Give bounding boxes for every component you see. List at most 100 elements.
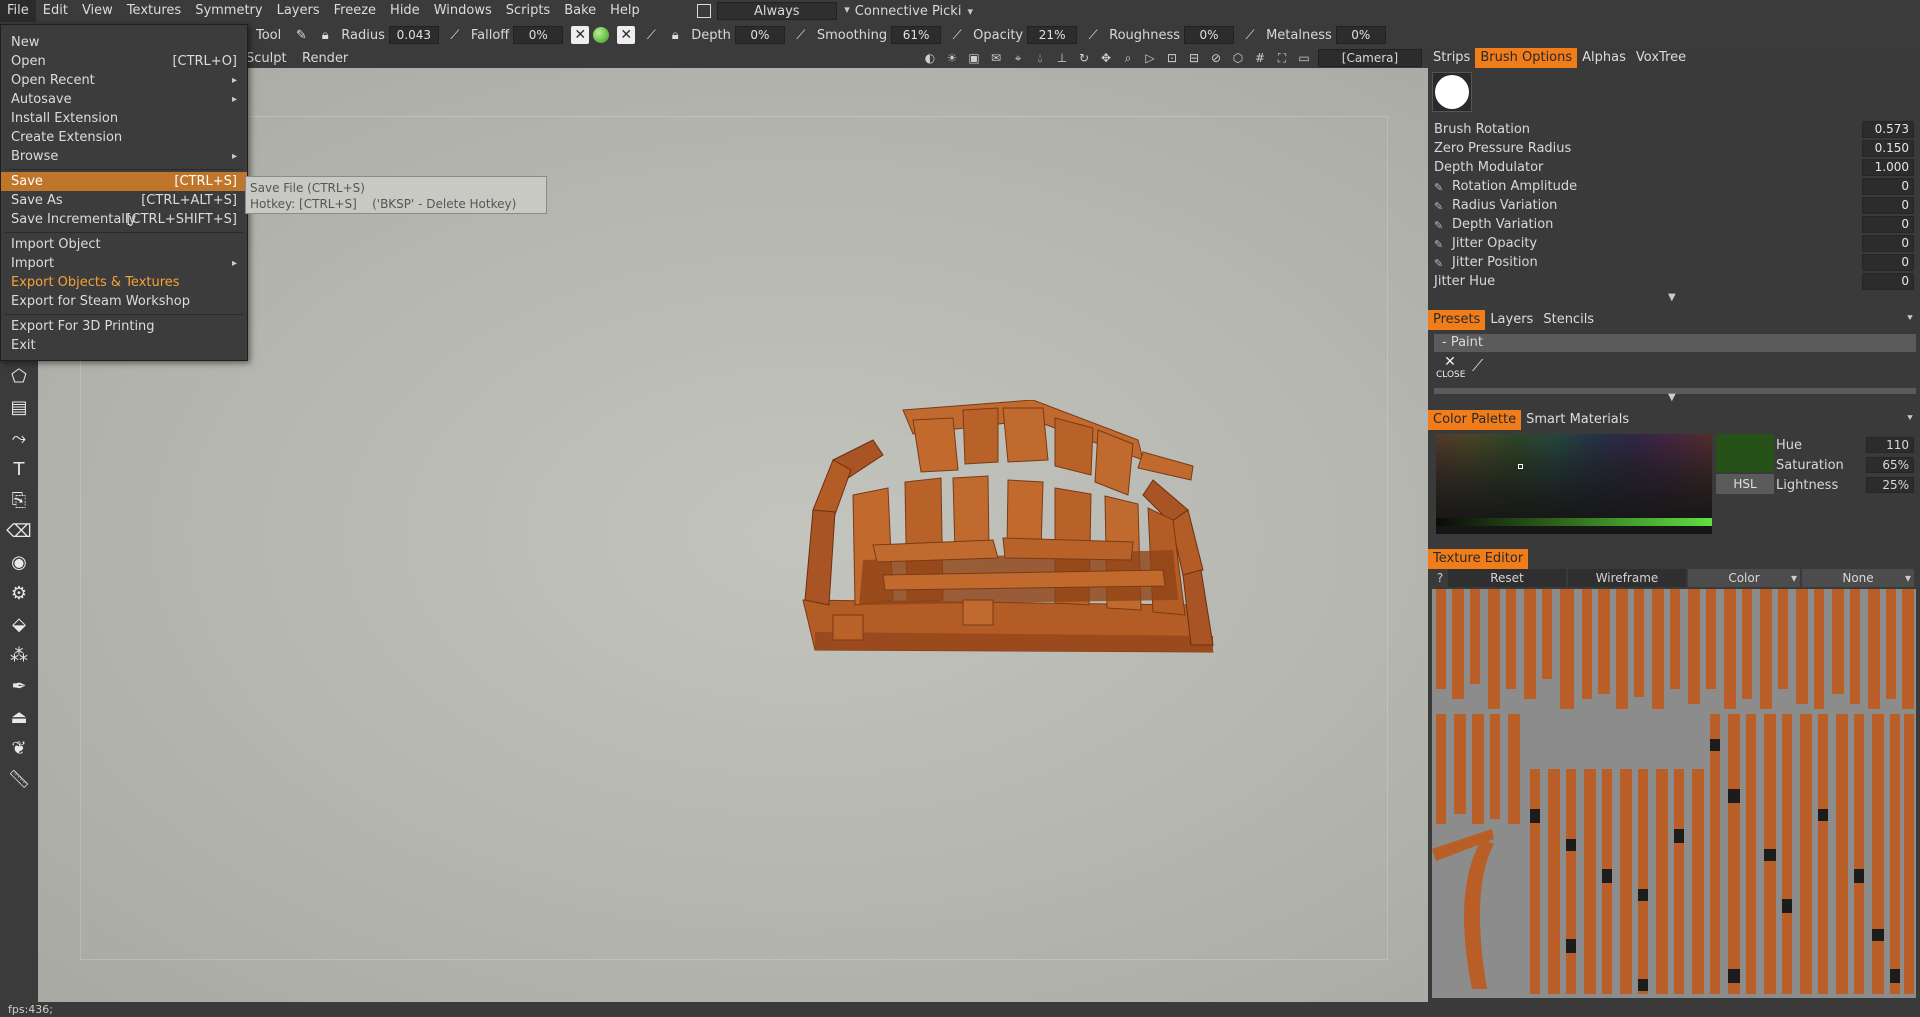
menu-item-save[interactable]: Save [CTRL+S] (1, 172, 247, 191)
fill-icon[interactable]: ⬙ (7, 612, 31, 636)
move-icon[interactable]: ✥ (1098, 50, 1114, 66)
opacity-field[interactable]: 21% (1027, 26, 1078, 44)
menu-layers[interactable]: Layers (270, 0, 327, 22)
menu-item-export-objects-textures[interactable]: Export Objects & Textures (1, 273, 247, 292)
pen-icon[interactable]: ✎ (1434, 257, 1446, 270)
lightness-slider[interactable] (1436, 518, 1712, 526)
lock-icon[interactable]: 🔒︎ (317, 27, 333, 43)
tab-presets[interactable]: Presets (1428, 310, 1486, 330)
menu-item-autosave[interactable]: Autosave ▸ (1, 90, 247, 109)
text-icon[interactable]: T (7, 457, 31, 481)
depth-modulator-field[interactable]: 1.000 (1862, 159, 1914, 176)
tab-voxtree[interactable]: VoxTree (1631, 48, 1691, 68)
menu-freeze[interactable]: Freeze (327, 0, 383, 22)
depth-modulator-row[interactable]: Depth Modulator 1.000 (1434, 158, 1914, 177)
menu-bake[interactable]: Bake (557, 0, 603, 22)
tab-texture-editor[interactable]: Texture Editor (1428, 549, 1529, 569)
radius-field[interactable]: 0.043 (388, 26, 439, 44)
document-icon[interactable]: ▤ (7, 395, 31, 419)
smoothing-pen-icon[interactable]: ⟋ (793, 27, 809, 43)
menu-symmetry[interactable]: Symmetry (188, 0, 269, 22)
depth-variation-field[interactable]: 0 (1862, 216, 1914, 233)
lightness-field[interactable]: 25% (1866, 477, 1914, 493)
brush-rotation-row[interactable]: Brush Rotation 0.573 (1434, 120, 1914, 139)
frame-icon[interactable]: ⛶ (1274, 50, 1290, 66)
tab-alphas[interactable]: Alphas (1577, 48, 1631, 68)
pen-pressure-icon[interactable]: ✎ (293, 27, 309, 43)
menu-help[interactable]: Help (603, 0, 647, 22)
menu-scripts[interactable]: Scripts (499, 0, 557, 22)
depth-variation-row[interactable]: ✎ Depth Variation 0 (1434, 215, 1914, 234)
presets-category-header[interactable]: - Paint (1434, 334, 1916, 352)
wireframe-button[interactable]: Wireframe (1568, 569, 1686, 587)
roughness-pen-icon[interactable]: ⟋ (1085, 27, 1101, 43)
rotation-amplitude-field[interactable]: 0 (1862, 178, 1914, 195)
brush-preset-icon[interactable]: ⟋ (1472, 356, 1494, 378)
current-color-swatch[interactable] (1716, 434, 1774, 472)
always-dropdown[interactable]: Always (716, 2, 850, 20)
depth-lock-icon[interactable]: 🔒︎ (667, 27, 683, 43)
menu-edit[interactable]: Edit (36, 0, 75, 22)
eraser-icon[interactable]: ⌫ (6, 519, 31, 543)
tab-color-palette[interactable]: Color Palette (1428, 410, 1522, 430)
radius-variation-row[interactable]: ✎ Radius Variation 0 (1434, 196, 1914, 215)
uv-texture-view[interactable] (1432, 589, 1916, 998)
brush-alpha-preview[interactable] (1432, 72, 1472, 112)
tab-strips[interactable]: Strips (1428, 48, 1475, 68)
menu-item-new[interactable]: New (1, 33, 247, 52)
material-sphere-icon[interactable] (593, 27, 610, 43)
menu-textures[interactable]: Textures (120, 0, 188, 22)
jitter-opacity-row[interactable]: ✎ Jitter Opacity 0 (1434, 234, 1914, 253)
pen-icon[interactable]: ✒ (7, 674, 31, 698)
scroll-down-icon[interactable]: ▼ (1668, 392, 1676, 403)
cube-icon[interactable]: ⬡ (1230, 50, 1246, 66)
always-checkbox[interactable] (696, 4, 711, 18)
menu-item-install-extension[interactable]: Install Extension (1, 109, 247, 128)
jitter-hue-row[interactable]: Jitter Hue 0 (1434, 272, 1914, 291)
light-icon[interactable]: ☀ (944, 50, 960, 66)
close-icon[interactable]: ✕ (617, 26, 636, 44)
tab-stencils[interactable]: Stencils (1538, 310, 1599, 330)
eye-icon[interactable]: ◉ (7, 550, 31, 574)
image-icon[interactable]: ▣ (966, 50, 982, 66)
lights-icon[interactable]: ⌖ (1010, 50, 1026, 66)
wooden-model[interactable] (793, 400, 1233, 670)
grid-plane-icon[interactable]: ⊥ (1054, 50, 1070, 66)
iron-icon[interactable]: ⏏ (7, 705, 31, 729)
jitter-position-row[interactable]: ✎ Jitter Position 0 (1434, 253, 1914, 272)
metalness-field[interactable]: 0% (1335, 26, 1386, 44)
menu-item-open[interactable]: Open [CTRL+O] (1, 52, 247, 71)
jitter-opacity-field[interactable]: 0 (1862, 235, 1914, 252)
grid-icon[interactable]: # (1252, 50, 1268, 66)
menu-windows[interactable]: Windows (427, 0, 499, 22)
lightness-row[interactable]: Lightness 25% (1776, 476, 1914, 494)
screen-icon[interactable]: ▭ (1296, 50, 1312, 66)
room-render[interactable]: Render (302, 51, 348, 66)
rotation-amplitude-row[interactable]: ✎ Rotation Amplitude 0 (1434, 177, 1914, 196)
menu-view[interactable]: View (75, 0, 120, 22)
depth-pen-icon[interactable]: ⟋ (643, 27, 659, 43)
menu-item-save-incrementally[interactable]: Save Incrementally [CTRL+SHIFT+S] (1, 210, 247, 229)
pen-icon[interactable]: ✎ (1434, 200, 1446, 213)
jitter-hue-field[interactable]: 0 (1862, 273, 1914, 290)
menu-item-export-steam-workshop[interactable]: Export for Steam Workshop (1, 292, 247, 311)
pen-tilt-icon[interactable]: ⟋ (447, 27, 463, 43)
picker-cursor[interactable] (1518, 464, 1523, 469)
menu-item-import-object[interactable]: Import Object (1, 235, 247, 254)
hue-row[interactable]: Hue 110 (1776, 436, 1914, 454)
help-button[interactable]: ? (1432, 571, 1448, 585)
gear-icon[interactable]: ⚙ (7, 581, 31, 605)
saturation-field[interactable]: 65% (1866, 457, 1914, 473)
rotate-icon[interactable]: ↻ (1076, 50, 1092, 66)
menu-item-open-recent[interactable]: Open Recent ▸ (1, 71, 247, 90)
pen-icon[interactable]: ✎ (1434, 181, 1446, 194)
tab-smart-materials[interactable]: Smart Materials (1521, 410, 1634, 430)
presets-close-button[interactable]: ✕ CLOSE (1436, 354, 1465, 384)
smoothing-field[interactable]: 61% (891, 26, 942, 44)
menu-item-create-extension[interactable]: Create Extension (1, 128, 247, 147)
camera-dropdown[interactable]: [Camera] (1318, 49, 1435, 67)
falloff-field[interactable]: 0% (513, 26, 564, 44)
menu-file[interactable]: File (0, 0, 36, 22)
menu-item-save-as[interactable]: Save As [CTRL+ALT+S] (1, 191, 247, 210)
fit-selected-icon[interactable]: ⊟ (1186, 50, 1202, 66)
